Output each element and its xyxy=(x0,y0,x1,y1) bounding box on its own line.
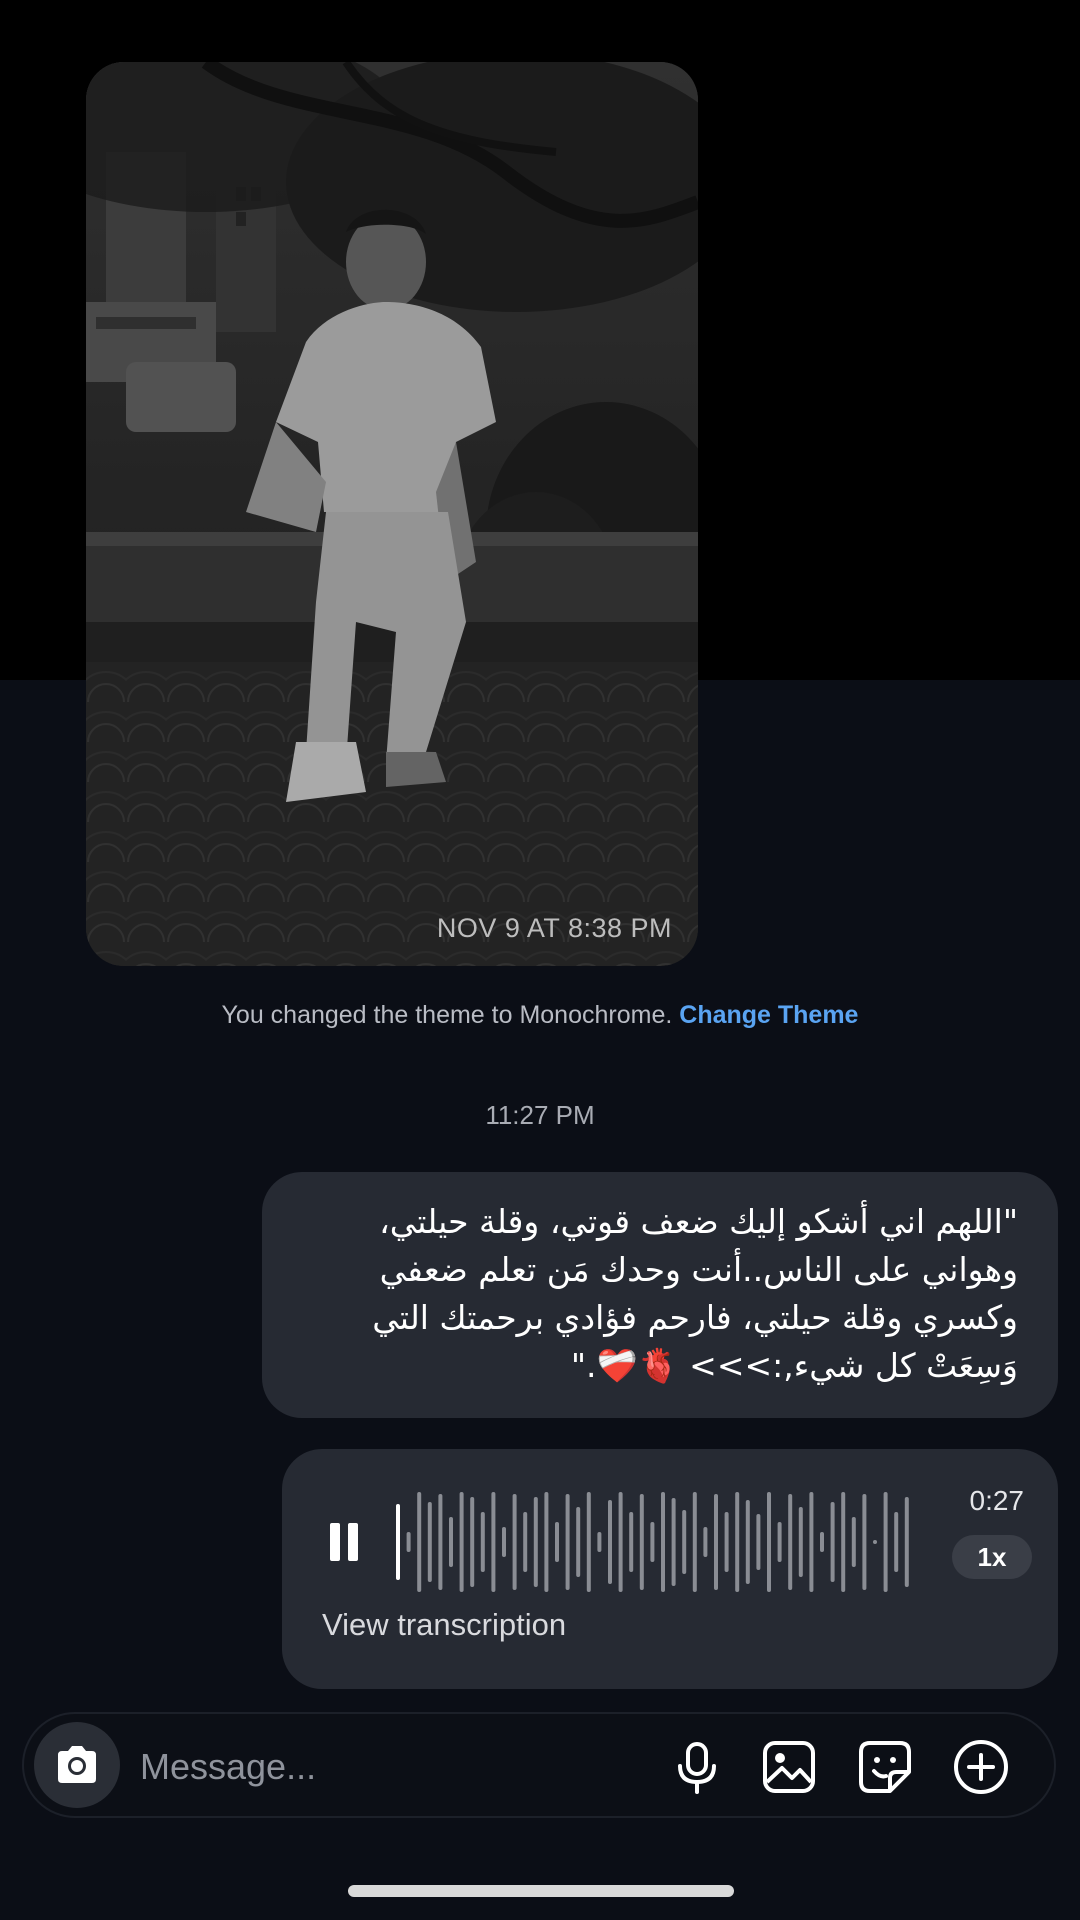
waveform-bar xyxy=(841,1492,846,1592)
photo-image xyxy=(86,62,698,966)
waveform-bar xyxy=(459,1492,464,1592)
waveform-bar xyxy=(533,1497,538,1587)
waveform-bar xyxy=(714,1494,718,1590)
waveform-bar xyxy=(639,1494,644,1590)
waveform-bar xyxy=(470,1497,475,1587)
waveform-bar xyxy=(873,1540,877,1544)
waveform-bar xyxy=(851,1517,856,1567)
waveform-bar xyxy=(777,1522,782,1562)
waveform-bar xyxy=(798,1507,803,1577)
time-divider: 11:27 PM xyxy=(485,1100,595,1130)
waveform-bar xyxy=(427,1502,432,1582)
waveform[interactable] xyxy=(394,1477,914,1607)
waveform-bar xyxy=(671,1498,676,1586)
waveform-bar xyxy=(438,1494,443,1590)
text-message-bubble[interactable]: "اللهم اني أشكو إليك ضعف قوتي، وقلة حيلت… xyxy=(262,1172,1058,1418)
waveform-bar xyxy=(396,1504,400,1580)
waveform-bar xyxy=(661,1492,665,1592)
message-input[interactable] xyxy=(138,1736,542,1798)
waveform-bar xyxy=(576,1507,581,1577)
chat-screen: NOV 9 AT 8:38 PM You changed the theme t… xyxy=(0,0,1080,1920)
waveform-bar xyxy=(597,1532,602,1552)
waveform-bar xyxy=(756,1514,761,1570)
waveform-bar xyxy=(682,1510,687,1574)
message-composer xyxy=(22,1712,1056,1818)
waveform-bar xyxy=(788,1494,793,1590)
pause-icon-bar-right xyxy=(348,1523,358,1561)
waveform-bar xyxy=(417,1492,422,1592)
theme-change-note: You changed the theme to Monochrome. Cha… xyxy=(0,1001,1080,1030)
playback-speed-button[interactable]: 1x xyxy=(952,1535,1032,1579)
home-indicator[interactable] xyxy=(348,1885,734,1897)
waveform-bar xyxy=(565,1494,570,1590)
waveform-bar xyxy=(523,1512,528,1572)
change-theme-link[interactable]: Change Theme xyxy=(679,1001,858,1029)
waveform-bar xyxy=(502,1527,506,1557)
microphone-icon[interactable] xyxy=(668,1738,726,1796)
camera-button[interactable] xyxy=(34,1722,120,1808)
waveform-bar xyxy=(544,1492,549,1592)
waveform-bar xyxy=(735,1492,740,1592)
voice-message-bubble[interactable]: 0:27 1x View transcription xyxy=(282,1449,1058,1689)
waveform-bar xyxy=(491,1492,496,1592)
gallery-icon[interactable] xyxy=(760,1738,818,1796)
plus-icon[interactable] xyxy=(952,1738,1010,1796)
waveform-bar xyxy=(745,1500,750,1584)
waveform-bar xyxy=(555,1522,559,1562)
pause-button[interactable] xyxy=(324,1511,364,1571)
waveform-bar xyxy=(883,1492,888,1592)
camera-icon xyxy=(58,1746,96,1783)
waveform-bar xyxy=(703,1527,708,1557)
sticker-icon[interactable] xyxy=(856,1738,914,1796)
waveform-bar xyxy=(480,1512,485,1572)
waveform-bar xyxy=(862,1494,867,1590)
waveform-bar xyxy=(406,1532,411,1552)
waveform-bar xyxy=(629,1512,634,1572)
theme-change-text: You changed the theme to Monochrome. xyxy=(221,1001,673,1029)
waveform-bar xyxy=(608,1500,612,1584)
waveform-bar xyxy=(767,1492,771,1592)
photo-timestamp: NOV 9 AT 8:38 PM xyxy=(436,913,672,943)
waveform-bar xyxy=(449,1517,453,1567)
waveform-bar xyxy=(894,1512,899,1572)
waveform-bar xyxy=(692,1492,697,1592)
waveform-bar xyxy=(618,1492,623,1592)
waveform-bar xyxy=(809,1492,814,1592)
view-transcription-link[interactable]: View transcription xyxy=(322,1607,566,1643)
waveform-bar xyxy=(650,1522,655,1562)
text-message-body: "اللهم اني أشكو إليك ضعف قوتي، وقلة حيلت… xyxy=(372,1202,1018,1385)
waveform-bar xyxy=(830,1502,835,1582)
waveform-bar xyxy=(904,1497,909,1587)
photo-message[interactable]: NOV 9 AT 8:38 PM xyxy=(86,62,698,966)
waveform-bar xyxy=(512,1494,517,1590)
waveform-bar xyxy=(724,1512,729,1572)
waveform-bar xyxy=(820,1532,824,1552)
waveform-bar xyxy=(586,1492,591,1592)
pause-icon-bar-left xyxy=(330,1523,340,1561)
voice-duration: 0:27 xyxy=(969,1485,1025,1516)
